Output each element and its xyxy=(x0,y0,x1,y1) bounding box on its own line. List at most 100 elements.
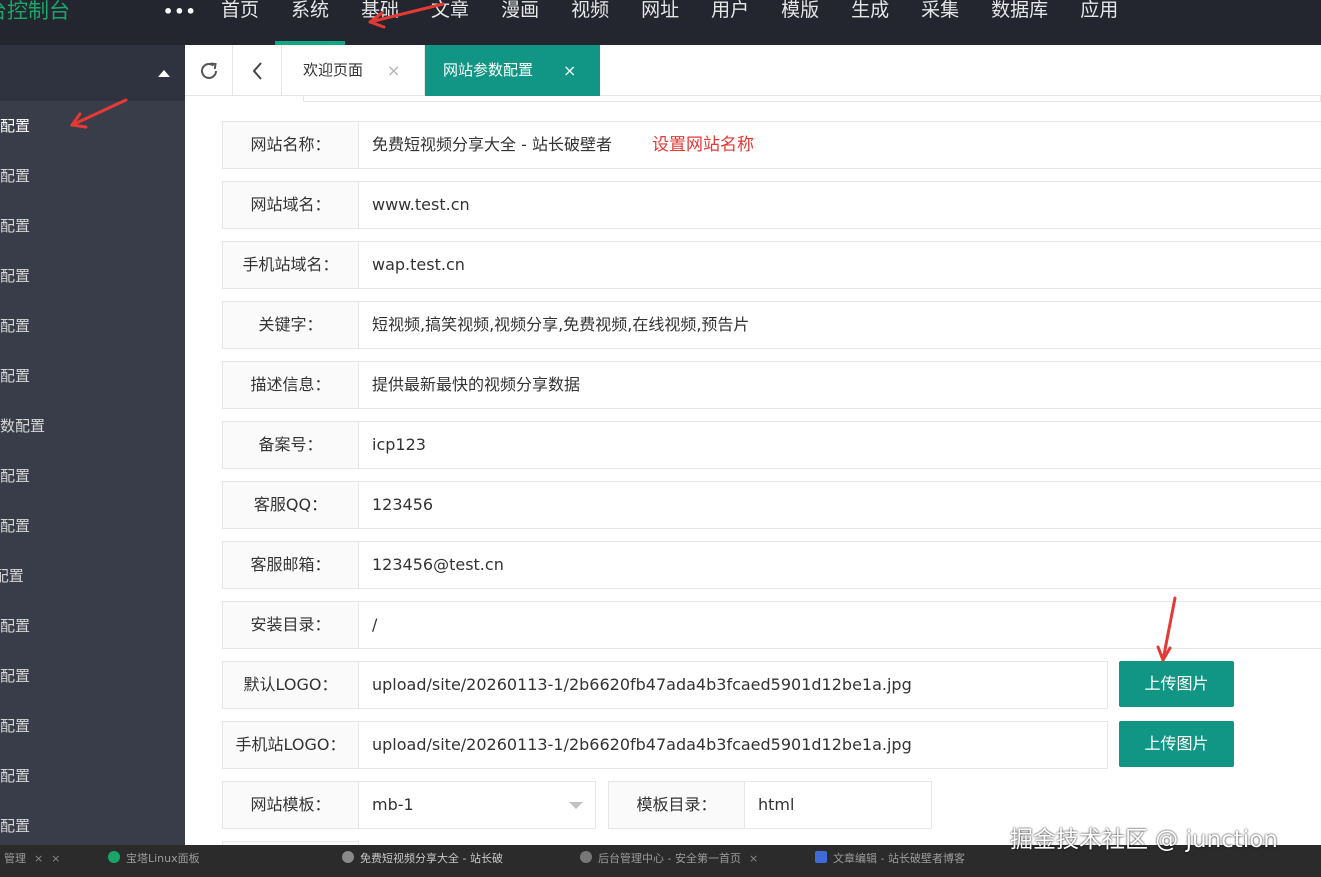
task-label: 免费短视频分享大全 - 站长破 xyxy=(360,852,503,865)
site-domain-input[interactable]: www.test.cn xyxy=(358,181,1321,229)
sidebar-item-label: 登录配置 xyxy=(0,617,31,635)
back-button[interactable] xyxy=(234,45,282,96)
sidebar-item[interactable]: 地址配置 xyxy=(0,351,185,401)
sidebar-item[interactable]: 参数配置 xyxy=(0,201,185,251)
task-label: 后台管理中心 - 安全第一首页 xyxy=(598,852,741,865)
field-label: 网站域名： xyxy=(222,181,359,229)
panel-icon xyxy=(108,851,120,863)
field-value: 免费短视频分享大全 - 站长破壁者 xyxy=(372,135,612,154)
chevron-left-icon xyxy=(252,61,262,80)
sidebar-item-label: 参数配置 xyxy=(0,467,31,485)
globe-icon xyxy=(342,851,354,863)
nav-system[interactable]: 系统 xyxy=(275,0,346,45)
nav-collect[interactable]: 采集 xyxy=(905,0,975,45)
brand-logo-text[interactable]: 台控制台 xyxy=(0,0,70,25)
field-label: 备案号： xyxy=(222,421,359,469)
taskbar-item[interactable]: 文章编辑 - 站长破壁者博客 xyxy=(815,845,965,877)
tab-site-config[interactable]: 网站参数配置 × xyxy=(425,45,600,96)
upload-image-button[interactable]: 上传图片 xyxy=(1119,661,1234,707)
sidebar-item-site-config[interactable]: 参数配置 xyxy=(0,101,185,151)
sidebar-item-label: 器参数配置 xyxy=(0,417,46,435)
description-input[interactable]: 提供最新最快的视频分享数据 xyxy=(358,361,1321,409)
refresh-button[interactable] xyxy=(185,45,233,96)
sub-tab-strip xyxy=(303,96,1321,102)
close-icon[interactable]: × xyxy=(34,852,43,865)
sidebar-item-label: 发送配置 xyxy=(0,817,31,835)
close-icon[interactable]: × xyxy=(51,852,60,865)
mobile-logo-input[interactable]: upload/site/20260113-1/2b6620fb47ada4b3f… xyxy=(358,721,1108,769)
template-dir-input[interactable]: html xyxy=(744,781,932,829)
mobile-domain-input[interactable]: wap.test.cn xyxy=(358,241,1321,289)
field-label: 网站名称： xyxy=(222,121,359,169)
sidebar-item-label: 对接配置 xyxy=(0,717,31,735)
sidebar-item[interactable]: 留言配置 xyxy=(0,251,185,301)
taskbar-item[interactable]: 管理 × × xyxy=(4,845,60,877)
taskbar-item[interactable]: 后台管理中心 - 安全第一首页 × xyxy=(580,845,758,877)
sidebar-item-label: 地址配置 xyxy=(0,367,31,385)
service-email-input[interactable]: 123456@test.cn xyxy=(358,541,1321,589)
keywords-input[interactable]: 短视频,搞笑视频,视频分享,免费视频,在线视频,预告片 xyxy=(358,301,1321,349)
field-label: 手机站LOGO： xyxy=(222,721,359,769)
sidebar-item[interactable]: 发送配置 xyxy=(0,801,185,845)
nav-generate[interactable]: 生成 xyxy=(835,0,905,45)
sidebar-item[interactable]: 支付配置 xyxy=(0,651,185,701)
nav-home[interactable]: 首页 xyxy=(205,0,275,45)
nav-url[interactable]: 网址 xyxy=(625,0,695,45)
watermark: 掘金技术社区 @ junction xyxy=(1010,827,1278,853)
sidebar-item-label: 参数配置 xyxy=(0,217,31,235)
upload-image-button[interactable]: 上传图片 xyxy=(1119,721,1234,767)
nav-comic[interactable]: 漫画 xyxy=(485,0,555,45)
icp-input[interactable]: icp123 xyxy=(358,421,1321,469)
task-label: 管理 xyxy=(4,852,26,865)
more-menu-icon[interactable]: ••• xyxy=(163,2,197,22)
sidebar-item[interactable]: 参数配置 xyxy=(0,451,185,501)
field-label: 客服QQ： xyxy=(222,481,359,529)
sidebar-item[interactable]: 参数配置 xyxy=(0,301,185,351)
field-label: 网站模板： xyxy=(222,781,359,829)
caret-up-icon xyxy=(158,70,170,77)
sidebar-item[interactable]: 登录配置 xyxy=(0,601,185,651)
sidebar-item-label: 留言配置 xyxy=(0,267,31,285)
nav-user[interactable]: 用户 xyxy=(695,0,765,45)
default-logo-input[interactable]: upload/site/20260113-1/2b6620fb47ada4b3f… xyxy=(358,661,1108,709)
chevron-down-icon xyxy=(569,802,583,809)
doc-icon xyxy=(815,851,827,863)
nav-database[interactable]: 数据库 xyxy=(975,0,1064,45)
sidebar-item[interactable]: 入库配置 xyxy=(0,501,185,551)
main-content: 欢迎页面 × 网站参数配置 × 网站名称： 免费短视频分享大全 - 站长破壁者 设… xyxy=(185,45,1321,845)
sidebar: 参数配置 参数配置 参数配置 留言配置 参数配置 地址配置 器参数配置 参数配置… xyxy=(0,45,185,845)
close-icon[interactable]: × xyxy=(387,45,400,96)
field-label: 默认LOGO： xyxy=(222,661,359,709)
sidebar-item[interactable]: 器参数配置 xyxy=(0,401,185,451)
nav-video[interactable]: 视频 xyxy=(555,0,625,45)
service-qq-input[interactable]: 123456 xyxy=(358,481,1321,529)
taskbar-item[interactable]: 免费短视频分享大全 - 站长破 xyxy=(342,845,503,877)
nav-basic[interactable]: 基础 xyxy=(345,0,415,45)
sidebar-item[interactable]: 发送配置 xyxy=(0,751,185,801)
sidebar-item-label: 参数配置 xyxy=(0,117,31,135)
tab-welcome[interactable]: 欢迎页面 × xyxy=(285,45,425,96)
site-name-input[interactable]: 免费短视频分享大全 - 站长破壁者 设置网站名称 xyxy=(358,121,1321,169)
sidebar-item-label: 参数配置 xyxy=(0,167,31,185)
sidebar-item-label: 入库配置 xyxy=(0,517,31,535)
close-icon[interactable]: × xyxy=(563,45,576,96)
template-select[interactable]: mb-1 xyxy=(358,781,596,829)
sidebar-group-header[interactable] xyxy=(0,45,185,101)
sidebar-item-label: 发送配置 xyxy=(0,767,31,785)
sidebar-item[interactable]: 参数配置 xyxy=(0,151,185,201)
task-label: 文章编辑 - 站长破壁者博客 xyxy=(833,852,965,865)
select-value: mb-1 xyxy=(372,795,414,814)
task-label: 宝塔Linux面板 xyxy=(126,852,200,865)
sidebar-item[interactable]: 对接配置 xyxy=(0,701,185,751)
nav-apps[interactable]: 应用 xyxy=(1064,0,1134,45)
close-icon[interactable]: × xyxy=(749,852,758,865)
sidebar-item[interactable]: API配置 xyxy=(0,551,185,601)
field-label: 安装目录： xyxy=(222,601,359,649)
nav-article[interactable]: 文章 xyxy=(415,0,485,45)
sidebar-item-label: 支付配置 xyxy=(0,667,31,685)
taskbar-item[interactable]: 宝塔Linux面板 xyxy=(108,845,200,877)
field-label: 手机站域名： xyxy=(222,241,359,289)
install-dir-input[interactable]: / xyxy=(358,601,1321,649)
nav-template[interactable]: 模版 xyxy=(765,0,835,45)
globe-icon xyxy=(580,851,592,863)
